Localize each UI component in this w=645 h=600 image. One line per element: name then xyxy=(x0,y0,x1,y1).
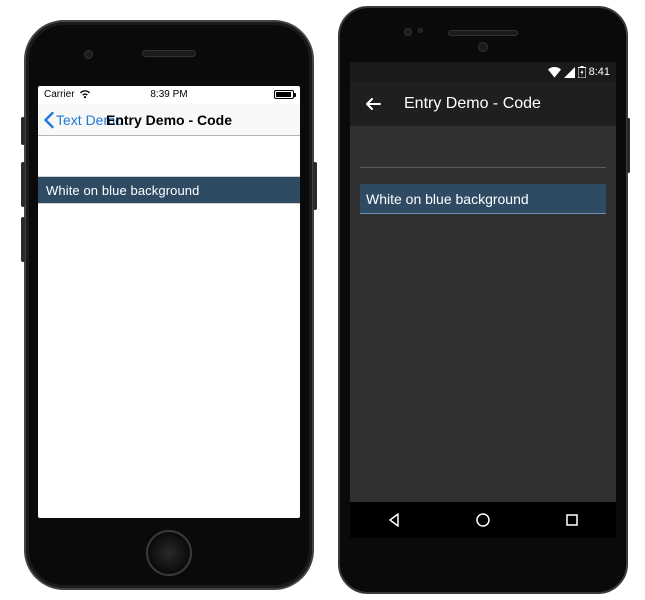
iphone-screen: Carrier 8:39 PM Text Demo Entry Demo - C… xyxy=(38,86,300,518)
ios-nav-bar: Text Demo Entry Demo - Code xyxy=(38,104,300,136)
divider xyxy=(38,203,300,204)
page-title: Entry Demo - Code xyxy=(404,95,541,113)
status-time: 8:41 xyxy=(589,66,610,78)
iphone-side-button xyxy=(21,162,25,207)
android-side-button xyxy=(627,118,630,173)
iphone-front-camera xyxy=(84,50,93,59)
ios-content-area: White on blue background xyxy=(38,136,300,204)
ios-status-bar: Carrier 8:39 PM xyxy=(38,86,300,104)
android-device-frame: 8:41 Entry Demo - Code White on blue bac… xyxy=(338,6,628,594)
wifi-icon xyxy=(548,67,561,78)
back-button[interactable] xyxy=(364,95,382,113)
text-entry-field[interactable]: White on blue background xyxy=(38,177,300,203)
android-front-camera xyxy=(478,42,488,52)
status-carrier-label: Carrier xyxy=(44,89,75,100)
android-sensor xyxy=(418,28,423,33)
android-sensor xyxy=(404,28,412,36)
signal-icon xyxy=(564,67,575,78)
text-entry-field-empty[interactable] xyxy=(360,140,606,168)
android-screen: 8:41 Entry Demo - Code White on blue bac… xyxy=(350,62,616,538)
text-entry-field[interactable]: White on blue background xyxy=(360,184,606,214)
chevron-left-icon xyxy=(42,111,55,129)
iphone-side-button xyxy=(21,217,25,262)
iphone-speaker xyxy=(142,50,196,57)
android-toolbar: Entry Demo - Code xyxy=(350,82,616,126)
battery-icon xyxy=(578,66,586,78)
iphone-side-button xyxy=(21,117,25,145)
status-time: 8:39 PM xyxy=(150,89,187,100)
android-nav-bar xyxy=(350,502,616,538)
nav-home-icon[interactable] xyxy=(474,511,492,529)
android-speaker xyxy=(448,30,518,36)
iphone-home-button[interactable] xyxy=(146,530,192,576)
wifi-icon xyxy=(79,90,91,99)
nav-back-icon[interactable] xyxy=(385,511,403,529)
nav-recent-icon[interactable] xyxy=(563,511,581,529)
page-title: Entry Demo - Code xyxy=(106,112,232,128)
iphone-side-button xyxy=(313,162,317,210)
battery-icon xyxy=(274,90,294,99)
iphone-device-frame: Carrier 8:39 PM Text Demo Entry Demo - C… xyxy=(24,20,314,590)
android-content-area: White on blue background xyxy=(350,126,616,214)
android-status-bar: 8:41 xyxy=(350,62,616,82)
